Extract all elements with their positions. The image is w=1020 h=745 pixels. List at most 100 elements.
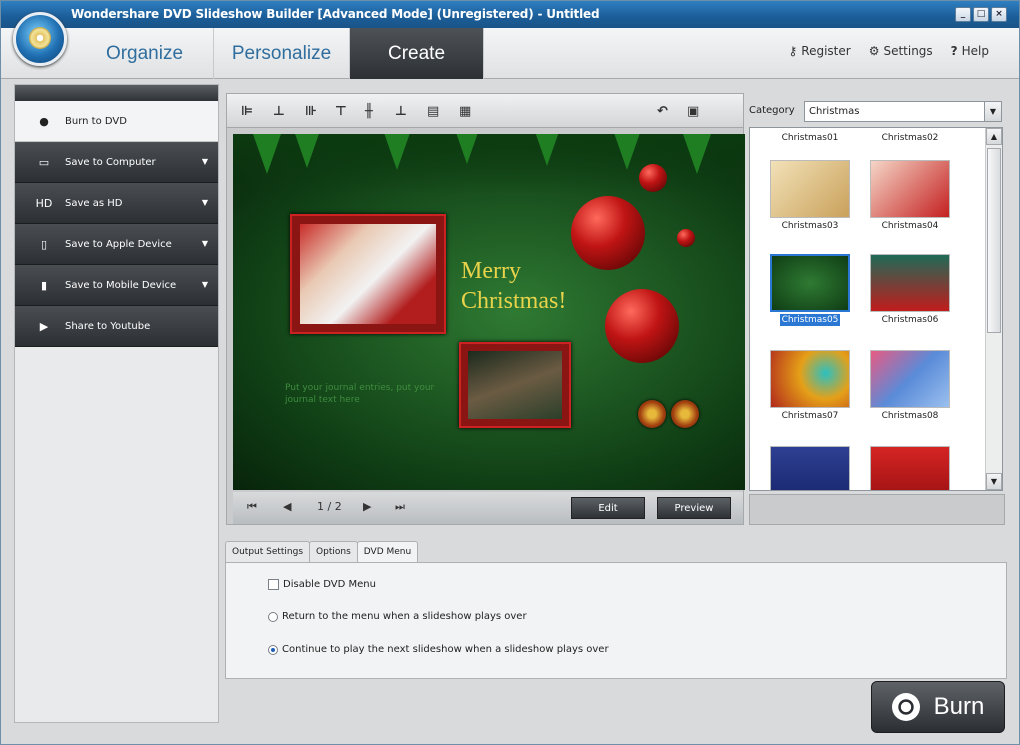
edit-button[interactable]: Edit [571, 497, 645, 519]
template-item[interactable] [768, 446, 852, 490]
settings-tabs: Output Settings Options DVD Menu [225, 541, 419, 563]
return-to-menu-option[interactable]: Return to the menu when a slideshow play… [268, 611, 527, 622]
template-item[interactable]: Christmas03 [768, 160, 852, 232]
chevron-down-icon[interactable]: ▼ [984, 102, 1001, 121]
maximize-button[interactable]: □ [973, 7, 989, 22]
tab-organize[interactable]: Organize [76, 28, 214, 79]
template-item[interactable]: Christmas08 [868, 350, 952, 422]
sidebar-item-burn-to-dvd[interactable]: ● Burn to DVD [15, 101, 218, 142]
scroll-thumb[interactable] [987, 148, 1001, 333]
menu-preview-panel: ⊫ ⊥ ⊪ ⊤ ╫ ⊥ ▤ ▦ ↶ ▣ Merry Christmas! Put… [226, 93, 745, 525]
template-item[interactable] [868, 446, 952, 490]
sidebar-item-save-to-computer[interactable]: ▭ Save to Computer ▼ [15, 142, 218, 183]
template-label: Christmas08 [881, 411, 939, 421]
photo-frame-2[interactable] [459, 342, 571, 428]
continue-play-label: Continue to play the next slideshow when… [282, 644, 609, 655]
sidebar-item-label: Save to Mobile Device [65, 279, 177, 291]
dropdown-arrow-icon[interactable]: ▼ [202, 198, 208, 207]
top-links: ⚷ Register ⚙ Settings ? Help [788, 44, 989, 58]
output-sidebar: ● Burn to DVD ▭ Save to Computer ▼ HD Save a… [14, 84, 219, 723]
menu-title-text[interactable]: Merry Christmas! [461, 256, 566, 316]
journal-text[interactable]: Put your journal entries, put your journ… [285, 382, 455, 406]
continue-play-option[interactable]: Continue to play the next slideshow when… [268, 644, 609, 655]
align-right-icon[interactable]: ⊪ [305, 104, 317, 119]
align-left-icon[interactable]: ⊫ [241, 104, 253, 119]
page-indicator: 1 / 2 [317, 500, 342, 513]
dropdown-arrow-icon[interactable]: ▼ [202, 280, 208, 289]
sidebar-item-label: Burn to DVD [65, 115, 127, 127]
template-item[interactable]: Christmas04 [868, 160, 952, 232]
phone-icon: ▯ [40, 237, 48, 251]
edit-layout-icon[interactable]: ▦ [459, 104, 471, 119]
template-scrollbar[interactable]: ▲ ▼ [985, 128, 1002, 490]
scroll-up-icon[interactable]: ▲ [986, 128, 1002, 145]
holly-leaf-icon [683, 134, 711, 174]
dropdown-arrow-icon[interactable]: ▼ [202, 239, 208, 248]
settings-link[interactable]: ⚙ Settings [869, 44, 933, 58]
tab-create[interactable]: Create [350, 28, 484, 79]
tab-personalize[interactable]: Personalize [214, 28, 350, 79]
template-item[interactable]: Christmas07 [768, 350, 852, 422]
menu-title-line-2: Christmas! [461, 288, 567, 314]
menu-canvas: Merry Christmas! Put your journal entries… [233, 134, 745, 490]
template-item[interactable]: Christmas05 [768, 254, 852, 326]
next-page-icon[interactable]: ▶ [363, 500, 371, 513]
ornament-ball-icon [639, 164, 667, 192]
prev-page-icon[interactable]: ◀ [283, 500, 291, 513]
template-list: Christmas01 Christmas02 Christmas03 Chri… [749, 127, 1003, 491]
sidebar-item-save-to-mobile-device[interactable]: ▮ Save to Mobile Device ▼ [15, 265, 218, 306]
template-item[interactable]: Christmas01 [768, 130, 852, 144]
next-button-icon[interactable] [671, 400, 699, 428]
align-top-icon[interactable]: ⊤ [335, 104, 347, 119]
continue-play-radio[interactable] [268, 644, 278, 655]
dropdown-arrow-icon[interactable]: ▼ [202, 157, 208, 166]
category-select[interactable]: Christmas ▼ [804, 101, 1002, 122]
template-thumbnail [770, 350, 850, 408]
page-navigation: ⏮ ◀ 1 / 2 ▶ ⏭ Edit Preview [233, 492, 743, 524]
template-label: Christmas05 [779, 314, 841, 326]
template-label: Christmas04 [881, 221, 939, 231]
first-page-icon[interactable]: ⏮ [247, 500, 257, 514]
help-icon: ? [950, 44, 958, 58]
burn-button[interactable]: Burn [871, 681, 1005, 733]
play-button-icon[interactable] [638, 400, 666, 428]
sidebar-header [15, 85, 218, 101]
key-icon: ⚷ [788, 44, 798, 58]
save-icon[interactable]: ▣ [687, 104, 699, 119]
monitor-icon: ▭ [38, 155, 50, 169]
ornament-ball-icon [605, 289, 679, 363]
disable-dvd-menu-checkbox[interactable] [268, 579, 279, 590]
align-bottom-icon[interactable]: ⊥ [395, 104, 407, 119]
sidebar-item-share-to-youtube[interactable]: ▶ Share to Youtube [15, 306, 218, 347]
distribute-icon[interactable]: ▤ [427, 104, 439, 119]
last-page-icon[interactable]: ⏭ [395, 500, 405, 514]
undo-icon[interactable]: ↶ [657, 104, 668, 119]
hd-icon: HD [35, 196, 53, 210]
align-center-icon[interactable]: ⊥ [273, 104, 285, 119]
tab-options[interactable]: Options [309, 541, 358, 562]
close-button[interactable]: × [991, 7, 1007, 22]
holly-leaf-icon [293, 134, 321, 168]
tab-dvd-menu[interactable]: DVD Menu [356, 541, 419, 563]
minimize-button[interactable]: _ [955, 7, 971, 22]
sidebar-item-label: Save to Computer [65, 156, 156, 168]
template-thumbnail [870, 160, 950, 218]
tab-output-settings[interactable]: Output Settings [225, 541, 311, 562]
holly-leaf-icon [533, 134, 561, 166]
register-link[interactable]: ⚷ Register [788, 44, 850, 58]
dvd-menu-settings: Disable DVD Menu Return to the menu when… [225, 562, 1007, 679]
alignment-toolbar: ⊫ ⊥ ⊪ ⊤ ╫ ⊥ ▤ ▦ ↶ ▣ [227, 94, 743, 128]
template-item[interactable]: Christmas06 [868, 254, 952, 326]
sidebar-item-save-to-apple-device[interactable]: ▯ Save to Apple Device ▼ [15, 224, 218, 265]
disable-dvd-menu-option[interactable]: Disable DVD Menu [268, 579, 376, 590]
scroll-down-icon[interactable]: ▼ [986, 473, 1002, 490]
photo-frame-1[interactable] [290, 214, 446, 334]
preview-button[interactable]: Preview [657, 497, 731, 519]
help-link[interactable]: ? Help [951, 44, 989, 58]
sidebar-item-save-as-hd[interactable]: HD Save as HD ▼ [15, 183, 218, 224]
sidebar-item-label: Save as HD [65, 197, 123, 209]
return-to-menu-radio[interactable] [268, 611, 278, 622]
align-middle-icon[interactable]: ╫ [365, 104, 373, 119]
holly-leaf-icon [383, 134, 411, 170]
template-item[interactable]: Christmas02 [868, 130, 952, 144]
